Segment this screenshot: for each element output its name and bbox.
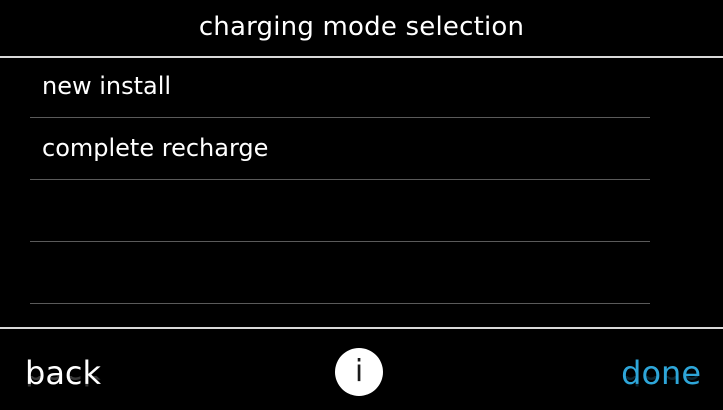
list-item-complete-recharge[interactable]: complete recharge [30,120,650,180]
list-item-label: complete recharge [42,134,269,162]
row-divider [30,117,650,118]
list-item-empty [30,182,650,242]
charging-mode-list: new install complete recharge [0,58,723,304]
done-button[interactable]: done [621,353,701,393]
list-item-new-install[interactable]: new install [30,58,650,118]
info-button[interactable]: i [335,348,383,396]
thermostat-screen: charging mode selection new install comp… [0,0,723,410]
row-divider [30,179,650,180]
list-item-label: new install [42,72,172,100]
row-divider [30,241,650,242]
page-title: charging mode selection [198,12,525,42]
back-button[interactable]: back [25,353,101,393]
info-icon: i [354,354,364,389]
list-item-empty [30,244,650,304]
footer-divider [0,327,723,329]
row-divider [30,303,650,304]
